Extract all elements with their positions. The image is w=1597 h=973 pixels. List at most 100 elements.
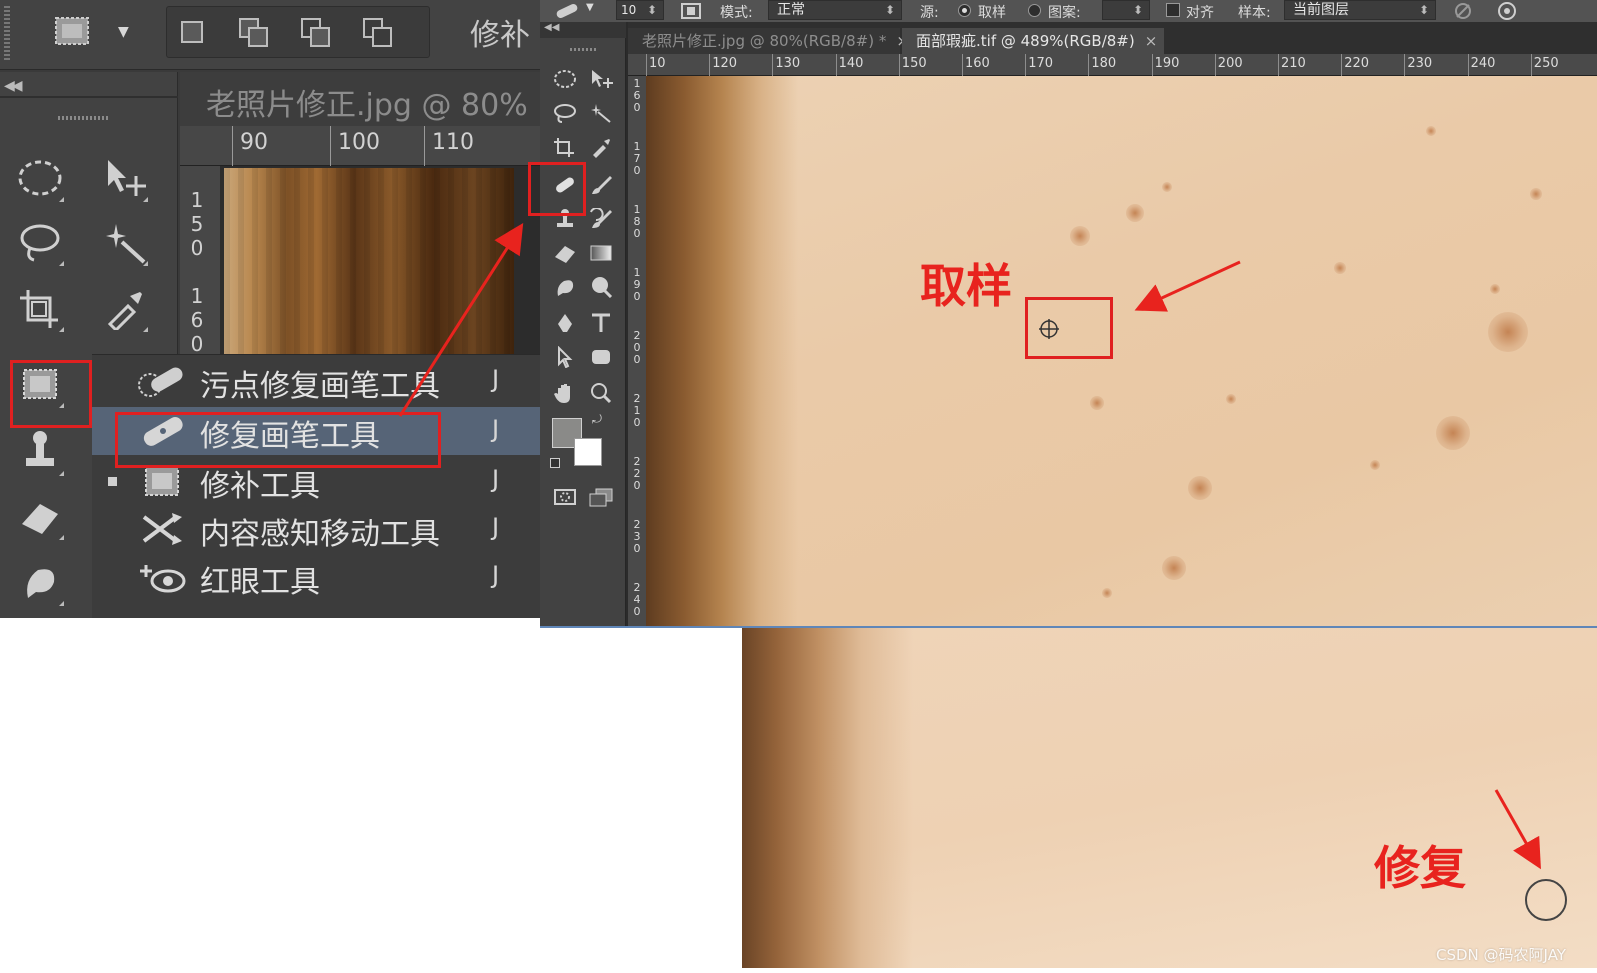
collapse-icon[interactable]: ◀◀ [4,78,22,94]
ruler-label: 1 [633,203,641,216]
ruler-label: 0 [633,101,641,114]
ruler-label: 230 [1407,56,1433,71]
toolbar-collapse-icon[interactable]: ◀◀ [540,22,626,38]
swap-colors-icon[interactable]: ⤾ [592,412,602,427]
ruler-tick [898,54,900,76]
ignore-adjustment-icon[interactable] [1452,2,1474,20]
path-selection-icon[interactable] [546,342,584,372]
brush-tool-icon[interactable] [582,170,620,200]
ruler-tick [1025,54,1027,76]
hand-tool-icon[interactable] [546,378,584,408]
blemish-spot [1436,416,1470,450]
pressure-size-icon[interactable] [1496,1,1518,21]
blur-tool-icon[interactable] [546,272,584,302]
zoomed-photoshop-panel: ▼ 修补 ◀◀ 老照片修正.jpg @ 80% 90 100 110 1 5 0… [0,0,540,618]
healing-brush-preset-icon[interactable] [554,2,580,20]
menu-item-spot-healing-brush[interactable]: 污点修复画笔工具 J [92,357,540,405]
smudge-tool-icon[interactable] [8,552,72,612]
close-tab-icon[interactable]: × [1145,32,1158,50]
blemish-spot [1334,262,1346,274]
ruler-label: 220 [1344,56,1370,71]
intersect-selection-icon[interactable] [359,15,397,51]
ruler-label: 0 [633,164,641,177]
zoom-tool-icon[interactable] [582,378,620,408]
magic-wand-icon[interactable] [92,212,156,272]
marquee-tool-icon[interactable] [8,148,72,208]
blemish-spot [1126,204,1144,222]
highlight-sample-point [1025,297,1113,359]
ruler-label: 90 [240,130,268,155]
tool-options-bar: ▼ 10 模式: 正常 源: 取样 图案: 对齐 样本: 当前图层 [540,0,1597,22]
ruler-tick [1467,54,1469,76]
clone-stamp-icon[interactable] [8,422,72,482]
ruler-tick [835,54,837,76]
left-document-window: 老照片修正.jpg @ 80% 90 100 110 1 5 0 1 6 0 [180,72,540,356]
menu-item-red-eye[interactable]: 红眼工具 J [92,553,540,601]
toolbar-grip[interactable] [570,48,596,51]
move-tool-icon[interactable] [582,64,620,94]
align-label: 对齐 [1186,5,1214,21]
eraser-icon[interactable] [546,238,584,268]
preset-caret-icon[interactable]: ▼ [586,2,594,13]
eyedropper-icon[interactable] [92,278,156,338]
crop-tool-icon[interactable] [8,278,72,338]
source-pattern-radio[interactable] [1028,4,1041,17]
ruler-label: 0 [633,353,641,366]
ruler-label: 190 [1154,56,1180,71]
subtract-selection-icon[interactable] [297,15,335,51]
ruler-label: 200 [1217,56,1243,71]
tab-facial-blemish[interactable]: 面部瑕疵.tif @ 489%(RGB/8#) × [902,28,1164,54]
mode-label: 模式: [720,5,753,21]
left-vertical-ruler: 1 5 0 1 6 0 [180,166,220,356]
add-selection-icon[interactable] [235,15,273,51]
ruler-tick [646,54,647,76]
lasso-tool-icon[interactable] [546,98,584,128]
source-sampled-radio[interactable] [958,4,971,17]
quick-mask-icon[interactable] [546,482,584,512]
ruler-label: 8 [633,215,641,228]
move-tool-icon[interactable] [92,148,156,208]
magic-wand-icon[interactable] [582,98,620,128]
ruler-label: 2 [633,392,641,405]
ruler-label: 240 [1470,56,1496,71]
eraser-icon[interactable] [8,486,72,546]
type-tool-icon[interactable] [582,308,620,338]
pen-tool-icon[interactable] [546,308,584,338]
sample-dropdown[interactable]: 当前图层 [1284,0,1436,20]
tab-old-photo[interactable]: 老照片修正.jpg @ 80%(RGB/8#) *× [628,28,909,54]
dodge-tool-icon[interactable] [582,272,620,302]
ruler-label: 9 [633,278,641,291]
ruler-label: 160 [965,56,990,71]
pattern-picker[interactable] [1102,0,1150,20]
default-colors-icon[interactable] [550,458,560,468]
patch-tool-preset-icon[interactable] [48,10,96,52]
menu-item-content-aware-move[interactable]: 内容感知移动工具 J [92,505,540,553]
brush-size-dropdown[interactable]: 10 [616,0,664,20]
tool-preset-caret-icon[interactable]: ▼ [118,24,129,40]
left-doc-tab[interactable]: 老照片修正.jpg @ 80% [180,72,540,126]
align-checkbox[interactable] [1166,3,1180,17]
toolbar-grip[interactable] [58,116,108,120]
marquee-tool-icon[interactable] [546,64,584,94]
ruler-label: 1 [633,140,641,153]
new-selection-icon[interactable] [173,15,211,51]
blemish-spot [1090,396,1104,410]
ruler-label: 100 [338,130,380,155]
shape-tool-icon[interactable] [582,342,620,372]
ruler-label: 2 [633,455,641,468]
background-color-swatch[interactable] [574,438,602,466]
screen-mode-icon[interactable] [582,482,620,512]
lasso-tool-icon[interactable] [8,212,72,272]
mode-dropdown[interactable]: 正常 [768,0,902,20]
history-brush-icon[interactable] [582,204,620,234]
options-bar-grip[interactable] [4,6,10,62]
gradient-tool-icon[interactable] [582,238,620,268]
crop-tool-icon[interactable] [546,132,584,162]
ruler-label: 0 [633,227,641,240]
ruler-label: 120 [712,56,738,71]
canvas-skin-before[interactable] [646,76,1597,626]
eyedropper-icon[interactable] [582,132,620,162]
brush-pressure-icon[interactable] [680,2,702,20]
ruler-label: 10 [649,56,666,71]
red-eye-icon [140,565,186,593]
